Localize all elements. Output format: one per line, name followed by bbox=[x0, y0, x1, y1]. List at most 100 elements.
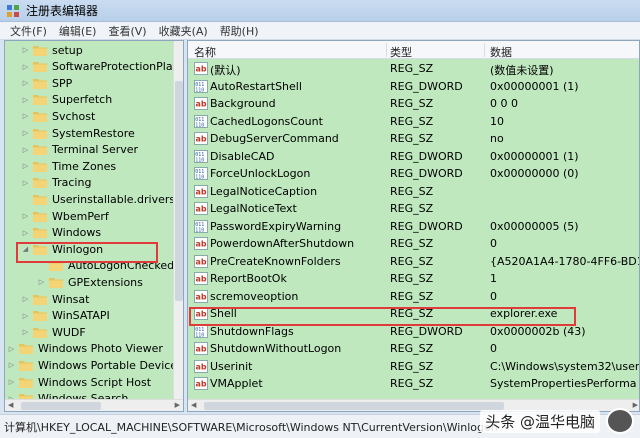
scroll-left-arrow-icon[interactable]: ◀ bbox=[8, 401, 13, 409]
tree-item-systemrestore[interactable]: ▷ SystemRestore bbox=[21, 125, 135, 141]
column-header-name[interactable]: 名称 bbox=[194, 44, 216, 60]
expand-arrow-icon[interactable]: ▷ bbox=[21, 79, 30, 87]
expand-arrow-icon[interactable]: ▷ bbox=[7, 345, 16, 353]
expand-arrow-icon[interactable]: ▷ bbox=[21, 162, 30, 170]
folder-icon bbox=[33, 211, 47, 222]
list-row-debugservercommand[interactable]: ab DebugServerCommand REG_SZ no bbox=[188, 130, 639, 147]
tree-item-superfetch[interactable]: ▷ Superfetch bbox=[21, 92, 112, 108]
expand-arrow-icon[interactable]: ▷ bbox=[37, 278, 46, 286]
tree-item-windows-photo-viewer[interactable]: ▷ Windows Photo Viewer bbox=[7, 341, 163, 357]
folder-icon bbox=[33, 61, 47, 73]
tree-item-tracing[interactable]: ▷ Tracing bbox=[21, 175, 92, 191]
value-data: 0x00000000 (0) bbox=[490, 167, 579, 180]
list-row--[interactable]: ab (默认) REG_SZ (数值未设置) bbox=[188, 60, 639, 77]
list-row-passwordexpirywarning[interactable]: 011 110 PasswordExpiryWarning REG_DWORD 0x00… bbox=[188, 218, 639, 235]
expand-arrow-icon[interactable]: ▷ bbox=[21, 129, 30, 137]
dword-value-icon: 011 110 bbox=[194, 324, 208, 338]
folder-icon bbox=[19, 360, 33, 371]
value-data: 0x00000005 (5) bbox=[490, 219, 579, 233]
tree-item-label: Superfetch bbox=[52, 93, 113, 107]
value-type: REG_SZ bbox=[390, 342, 434, 355]
tree-item-windows[interactable]: ▷ Windows bbox=[21, 225, 101, 241]
tree-item-windows-search[interactable]: ▷ Windows Search bbox=[7, 391, 128, 399]
tree-item-userinstallable-drivers[interactable]: Userinstallable.drivers bbox=[21, 191, 175, 207]
tree-item-wbemperf[interactable]: ▷ WbemPerf bbox=[21, 208, 109, 224]
column-header-type[interactable]: 类型 bbox=[390, 44, 412, 60]
svg-text:ab: ab bbox=[196, 135, 207, 144]
value-name: ShutdownWithoutLogon bbox=[210, 342, 342, 355]
tree-item-setup[interactable]: ▷ setup bbox=[21, 42, 83, 58]
tree-item-svchost[interactable]: ▷ Svchost bbox=[21, 108, 96, 124]
list-row-legalnoticetext[interactable]: ab LegalNoticeText REG_SZ bbox=[188, 200, 639, 217]
expand-arrow-icon[interactable]: ▷ bbox=[21, 63, 30, 71]
expand-arrow-icon[interactable]: ▷ bbox=[21, 212, 30, 220]
list-row-legalnoticecaption[interactable]: ab LegalNoticeCaption REG_SZ bbox=[188, 183, 639, 200]
value-type: REG_DWORD bbox=[390, 79, 463, 93]
expand-arrow-icon[interactable]: ▷ bbox=[21, 295, 30, 303]
value-type: REG_SZ bbox=[390, 289, 434, 303]
registry-tree-pane[interactable]: ▷ setup ▷ SoftwareProtectionPlatform ▷ SPP ▷ Su… bbox=[4, 40, 184, 412]
tree-horizontal-scroll-thumb[interactable] bbox=[21, 402, 101, 410]
tree-item-windows-portable-devices[interactable]: ▷ Windows Portable Devices bbox=[7, 357, 175, 373]
folder-icon bbox=[33, 111, 47, 122]
list-row-powerdownaftershutdown[interactable]: ab PowerdownAfterShutdown REG_SZ 0 bbox=[188, 235, 639, 252]
expand-arrow-icon[interactable]: ▷ bbox=[21, 229, 30, 237]
expand-arrow-icon[interactable]: ▷ bbox=[21, 146, 30, 154]
list-row-forceunlocklogon[interactable]: 011 110 ForceUnlockLogon REG_DWORD 0x0000000… bbox=[188, 165, 639, 182]
list-row-background[interactable]: ab Background REG_SZ 0 0 0 bbox=[188, 95, 639, 112]
list-row-precreateknownfolders[interactable]: ab PreCreateKnownFolders REG_SZ {A520A1A4-1… bbox=[188, 253, 639, 270]
values-list-pane[interactable]: 名称 类型 数据 ab (默认) REG_SZ (数值未设置) 011 110 AutoRe… bbox=[187, 40, 640, 412]
list-row-autorestartshell[interactable]: 011 110 AutoRestartShell REG_DWORD 0x0000000… bbox=[188, 78, 639, 95]
tree-item-winsat[interactable]: ▷ Winsat bbox=[21, 291, 90, 307]
list-row-reportbootok[interactable]: ab ReportBootOk REG_SZ 1 bbox=[188, 270, 639, 287]
dword-value-icon: 011 110 bbox=[194, 149, 208, 163]
tree-item-wudf[interactable]: ▷ WUDF bbox=[21, 324, 86, 340]
expand-arrow-icon[interactable]: ▷ bbox=[7, 361, 16, 369]
tree-item-terminal-server[interactable]: ▷ Terminal Server bbox=[21, 142, 138, 158]
svg-text:110: 110 bbox=[195, 122, 204, 128]
value-name: DebugServerCommand bbox=[210, 132, 339, 145]
list-row-userinit[interactable]: ab Userinit REG_SZ C:\Windows\system32\user bbox=[188, 358, 639, 375]
menu-item[interactable]: 帮助(H) bbox=[214, 23, 265, 39]
string-value-icon: ab bbox=[194, 237, 208, 250]
tree-horizontal-scrollbar[interactable]: ◀ ▶ bbox=[5, 399, 183, 411]
list-row-disablecad[interactable]: 011 110 DisableCAD REG_DWORD 0x00000001 (1) bbox=[188, 148, 639, 165]
menu-item[interactable]: 收藏夹(A) bbox=[153, 23, 214, 39]
title-bar: 注册表编辑器 bbox=[0, 0, 640, 22]
expand-arrow-icon[interactable]: ▷ bbox=[21, 179, 30, 187]
tree-item-spp[interactable]: ▷ SPP bbox=[21, 75, 72, 91]
column-header-data[interactable]: 数据 bbox=[490, 44, 512, 60]
menu-item[interactable]: 编辑(E) bbox=[53, 23, 103, 39]
list-horizontal-scroll-thumb[interactable] bbox=[204, 402, 504, 410]
expand-arrow-icon[interactable]: ▷ bbox=[21, 328, 30, 336]
folder-icon bbox=[19, 343, 33, 355]
tree-item-winsatapi[interactable]: ▷ WinSATAPI bbox=[21, 308, 110, 324]
tree-item-windows-script-host[interactable]: ▷ Windows Script Host bbox=[7, 374, 151, 390]
menu-item[interactable]: 文件(F) bbox=[4, 23, 53, 39]
value-type: REG_SZ bbox=[390, 359, 434, 373]
string-value-icon: ab bbox=[194, 342, 208, 355]
tree-vertical-scrollbar[interactable] bbox=[173, 41, 183, 399]
tree-item-time-zones[interactable]: ▷ Time Zones bbox=[21, 158, 116, 174]
menu-item[interactable]: 查看(V) bbox=[102, 23, 152, 39]
scroll-left-arrow-icon[interactable]: ◀ bbox=[191, 401, 196, 409]
dword-value-icon: 011 110 bbox=[194, 167, 208, 181]
list-row-vmapplet[interactable]: ab VMApplet REG_SZ SystemPropertiesPerforma bbox=[188, 375, 639, 392]
list-row-cachedlogonscount[interactable]: 011 110 CachedLogonsCount REG_SZ 10 bbox=[188, 113, 639, 130]
value-name: Userinit bbox=[210, 359, 253, 373]
list-row-shutdownwithoutlogon[interactable]: ab ShutdownWithoutLogon REG_SZ 0 bbox=[188, 340, 639, 357]
value-name: scremoveoption bbox=[210, 289, 299, 303]
tree-item-gpextensions[interactable]: ▷ GPExtensions bbox=[37, 274, 143, 290]
expand-arrow-icon[interactable]: ▷ bbox=[21, 312, 30, 320]
svg-text:ab: ab bbox=[196, 65, 207, 74]
expand-arrow-icon[interactable]: ▷ bbox=[7, 378, 16, 386]
tree-item-softwareprotectionplatform[interactable]: ▷ SoftwareProtectionPlatform bbox=[21, 59, 175, 75]
scroll-right-arrow-icon[interactable]: ▶ bbox=[175, 401, 180, 409]
list-row-scremoveoption[interactable]: ab scremoveoption REG_SZ 0 bbox=[188, 288, 639, 305]
svg-text:110: 110 bbox=[195, 175, 204, 181]
folder-icon bbox=[33, 128, 47, 139]
expand-arrow-icon[interactable]: ▷ bbox=[21, 96, 30, 104]
expand-arrow-icon[interactable]: ▷ bbox=[21, 112, 30, 120]
tree-vertical-scroll-thumb[interactable] bbox=[175, 81, 183, 301]
expand-arrow-icon[interactable]: ▷ bbox=[21, 46, 30, 54]
